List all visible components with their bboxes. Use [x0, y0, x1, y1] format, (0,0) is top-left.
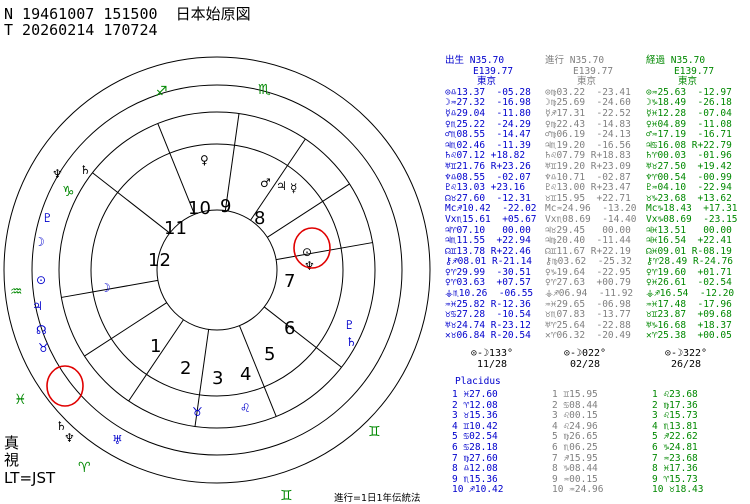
natal-planet-list: ⊙♎13.37 -05.28 ☽♒27.32 -16.98 ☿♎29.04 -11.… — [445, 87, 537, 342]
house-number: 11 — [164, 218, 187, 239]
house-number: 2 — [180, 358, 191, 379]
progressed-planet-row: ☿♐17.31 -22.52 — [545, 107, 631, 119]
saturn-icon: ☽ — [34, 235, 45, 249]
transit-latitude: N35.70 — [670, 55, 706, 66]
gemini-icon: ♊ — [368, 424, 381, 440]
progressed-cusp-row: 6 ♏06.25 — [552, 441, 598, 453]
transit-cusp-list: 1 ♌23.68 2 ♍17.36 3 ♌15.73 4 ♏13.81 5 ♐22.62… — [652, 389, 704, 496]
progressed-planet-list: ⊙♍03.22 -23.41 ☽♍25.69 -24.60 ☿♐17.31 -22.… — [545, 87, 637, 342]
natal-planet-row: Vx♏15.61 +05.67 — [445, 213, 537, 225]
wheel-circles — [3, 56, 431, 484]
aries-icon: ♈ — [78, 460, 91, 476]
transit-cusp-row: 10 ♉18.43 — [652, 484, 704, 496]
chart-header-natal: N 19461007 151500 日本始原図 — [4, 5, 251, 23]
sun-icon: ⊙ — [36, 273, 46, 287]
saturn-icon: ♄ — [346, 335, 357, 349]
house-number: 5 — [264, 344, 275, 365]
transit-sun-moon-aspect: ⊙-☽322° 26/28 — [646, 348, 726, 370]
mercury-icon: ♅ — [112, 433, 123, 447]
scorpio-icon: ♏ — [258, 82, 271, 98]
chart-header-transit: T 20260214 170724 — [4, 21, 158, 39]
progressed-title-row: 進行 N35.70 — [545, 55, 637, 67]
house-numbers: 12 3 456789101112 — [148, 196, 295, 389]
house-number: 9 — [220, 196, 231, 217]
house-number: 1 — [150, 336, 161, 357]
natal-planet-row: ✕♉06.84 R-20.54 — [445, 330, 531, 342]
transit-title-row: 経過 N35.70 — [646, 55, 738, 67]
house-number: 6 — [284, 318, 295, 339]
house-system-label: Placidus — [455, 376, 501, 387]
natal-planet-row: ♅♊21.76 R+23.26 — [445, 160, 531, 172]
natal-title-row: 出生 N35.70 — [445, 55, 537, 67]
neptune-icon: ♆ — [64, 431, 75, 445]
natal-cusp-row: 1 ♓27.60 — [452, 389, 498, 400]
venus-icon: ♀ — [200, 153, 209, 167]
mercury-icon: ♃ — [32, 299, 43, 313]
progressed-cusp-row: 10 ♒24.96 — [552, 484, 604, 496]
node-icon: ☊ — [36, 323, 47, 337]
progressed-latitude: N35.70 — [569, 55, 605, 66]
natal-sun-moon-aspect: ⊙-☽133° 11/28 — [452, 348, 532, 370]
house-number: 7 — [284, 271, 295, 292]
natal-title: 出生 — [445, 55, 465, 66]
progressed-cusp-row: 1 ♊15.95 — [552, 389, 598, 400]
transit-planet-row: Vx♑08.69 -23.15 — [646, 213, 738, 225]
progressed-planet-row: ♅♊19.20 R+23.09 — [545, 160, 631, 172]
taurus-icon: ♊ — [280, 488, 293, 502]
sun-icon: ⊙ — [302, 245, 312, 259]
moon-icon: ☽ — [100, 281, 111, 295]
natal-latitude: N35.70 — [469, 55, 505, 66]
natal-cusp-row: 10 ♐10.42 — [452, 484, 504, 496]
transit-aspect-value: ⊙-☽322° — [664, 348, 708, 359]
progressed-aspect-value: ⊙-☽022° — [563, 348, 607, 359]
progressed-lunar-day: 02/28 — [569, 359, 601, 370]
pisces-icon: ♓ — [14, 392, 27, 408]
transit-column: 経過 N35.70 E139.77 東京 ⊙♒25.63 -12.97 ☽♑18.… — [646, 55, 738, 342]
transit-planet-glyphs: ♀ ♂ ♃ ☿ ♄ ♆ ⊙ ♆ ♄ ♆ — [52, 153, 315, 445]
house-number: 12 — [148, 250, 171, 271]
sagittarius-icon: ♐ — [155, 84, 168, 100]
mars-icon: ♇ — [42, 211, 53, 225]
natal-lunar-day: 11/28 — [476, 359, 508, 370]
natal-aspect-value: ⊙-☽133° — [470, 348, 514, 359]
transit-cusp-row: 1 ♌23.68 — [652, 389, 698, 400]
house-number: 8 — [254, 208, 265, 229]
natal-cusp-row: 6 ♋28.18 — [452, 441, 498, 453]
transit-title: 経過 — [646, 55, 666, 66]
progressed-sun-moon-aspect: ⊙-☽022° 02/28 — [545, 348, 625, 370]
venus-icon: ♉ — [38, 341, 49, 355]
house-number: 10 — [188, 198, 211, 219]
house-cusp-line — [263, 306, 342, 368]
progressed-planet-row: Vx♏08.69 -14.40 — [545, 213, 637, 225]
house-number: 3 — [212, 368, 223, 389]
neptune-icon: ♆ — [52, 167, 63, 181]
jupiter-icon: ♃ — [276, 179, 287, 193]
transit-planet-list: ⊙♒25.63 -12.97 ☽♑18.49 -26.18 ☿♓12.28 -07.… — [646, 87, 738, 342]
transit-planet-row: ☿♓12.28 -07.04 — [646, 107, 732, 119]
progressed-title: 進行 — [545, 55, 565, 66]
transit-cusp-row: 6 ♑24.81 — [652, 441, 698, 453]
capricorn-icon: ♑ — [62, 184, 75, 200]
jupiter-icon: ♄ — [80, 163, 91, 177]
house-cusp-line — [276, 242, 373, 261]
pluto-icon: ♇ — [344, 318, 355, 332]
node-icon: ♉ — [192, 405, 203, 419]
natal-planet-row: ☿♎29.04 -11.80 — [445, 107, 531, 119]
natal-cusp-list: 1 ♓27.60 2 ♈12.08 3 ♉15.36 4 ♊10.42 5 ♋02.54… — [452, 389, 504, 496]
natal-column: 出生 N35.70 E139.77 東京 ⊙♎13.37 -05.28 ☽♒27.… — [445, 55, 537, 342]
mercury-icon: ☿ — [290, 181, 297, 195]
progressed-column: 進行 N35.70 E139.77 東京 ⊙♍03.22 -23.41 ☽♍25.… — [545, 55, 637, 342]
transit-planet-row: ✕♈25.38 +00.05 — [646, 330, 732, 342]
mars-icon: ♂ — [260, 176, 271, 190]
highlight-circles — [46, 227, 331, 407]
progressed-cusp-list: 1 ♊15.95 2 ♋08.44 3 ♌00.15 4 ♌24.96 5 ♍26.65… — [552, 389, 604, 496]
transit-planet-row: ♅♉27.50 +19.42 — [646, 160, 732, 172]
aquarius-icon: ♒ — [10, 284, 23, 300]
progressed-planet-row: ✕♈06.32 -20.49 — [545, 330, 631, 342]
transit-lunar-day: 26/28 — [670, 359, 702, 370]
leo-icon: ♌ — [240, 401, 251, 415]
house-cusp-line — [92, 172, 171, 234]
horoscope-wheel: 12 3 456789101112 ♐ ♏ ♑ ♒ ♓ ♈ ♊ ♊ ♇ ☽ ⊙ ♃ … — [3, 56, 431, 502]
house-number: 4 — [240, 364, 251, 385]
